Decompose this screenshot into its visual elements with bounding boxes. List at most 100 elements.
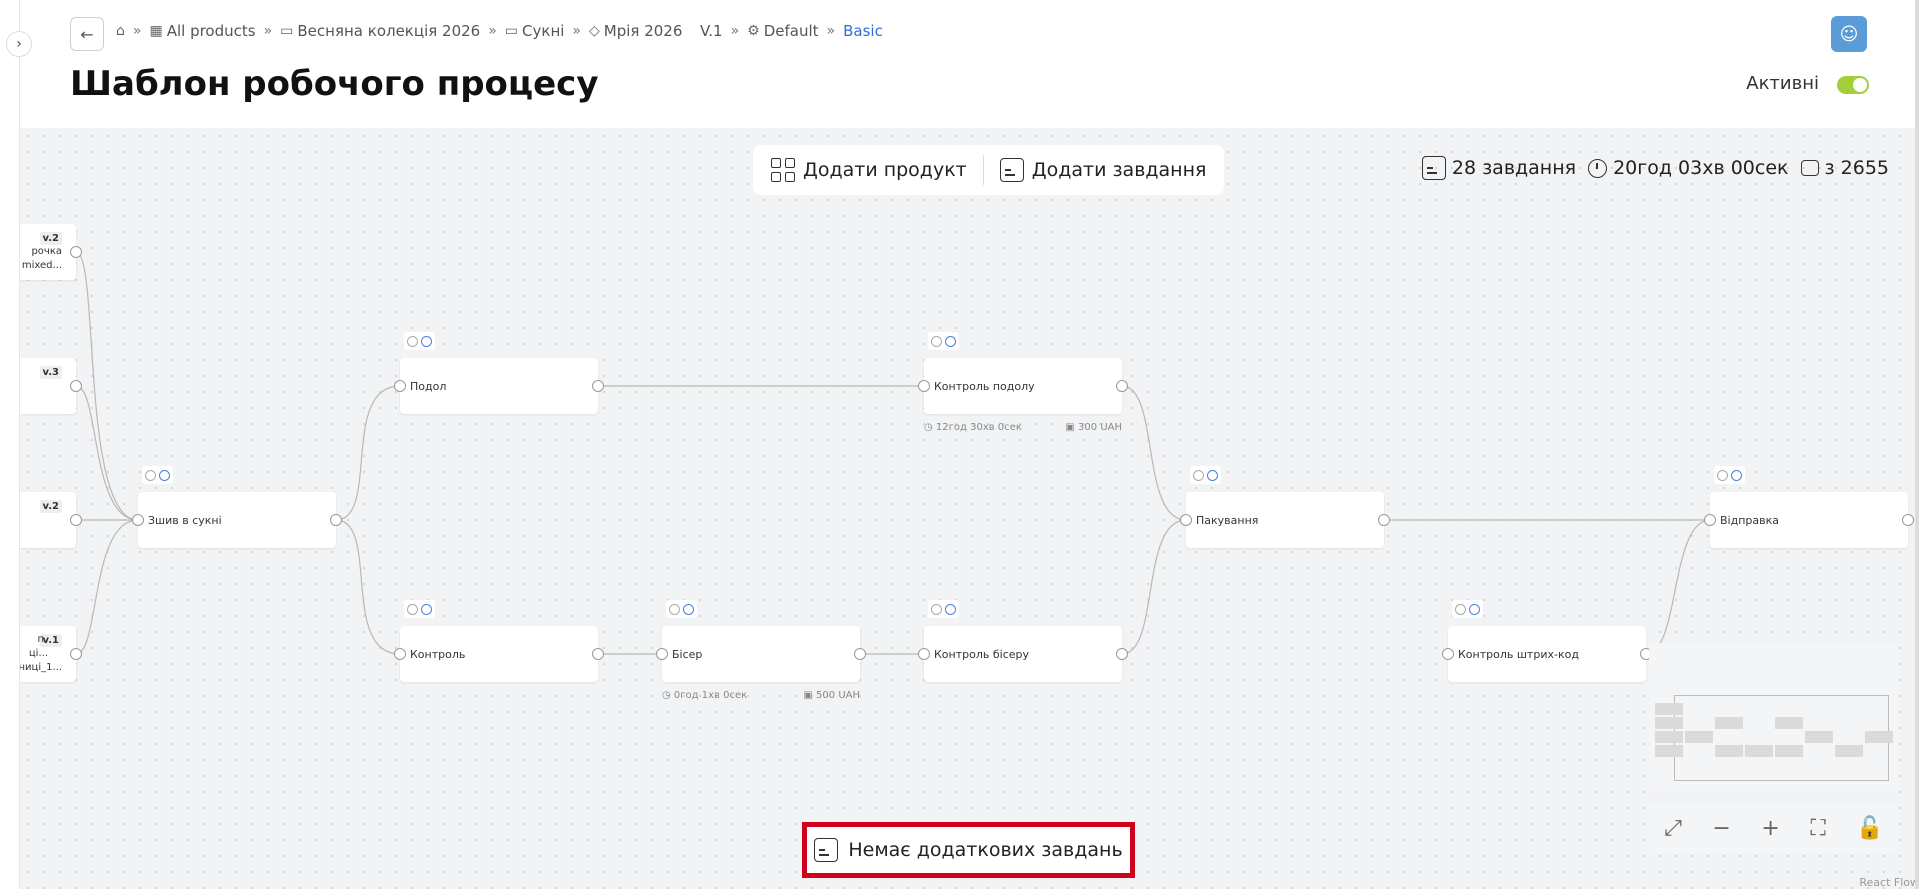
progress-icon xyxy=(159,469,170,481)
breadcrumb-version: V.1 xyxy=(699,22,723,40)
node-handle[interactable] xyxy=(1442,648,1454,660)
add-task-button[interactable]: Додати завдання xyxy=(994,158,1213,182)
node-cost-value: 300 UAH xyxy=(1078,422,1122,433)
node-handle[interactable] xyxy=(70,514,82,526)
edge xyxy=(335,519,401,655)
minimap-node xyxy=(1715,745,1743,757)
status-icon xyxy=(1455,603,1466,615)
node-cost: ▣ 300 UAH xyxy=(1065,422,1122,433)
source-node-label: mixed... xyxy=(21,260,62,271)
node-handle[interactable] xyxy=(918,648,930,660)
node-handle[interactable] xyxy=(70,246,82,258)
breadcrumb-separator-icon: » xyxy=(730,23,740,39)
page-scrollbar[interactable] xyxy=(1915,0,1919,889)
page-title: Шаблон робочого процесу xyxy=(70,64,599,104)
node-handle[interactable] xyxy=(656,648,668,660)
breadcrumb-category[interactable]: ▭ Сукні xyxy=(505,22,565,40)
breadcrumb-separator-icon: » xyxy=(132,23,142,39)
zoom-out-icon[interactable]: − xyxy=(1712,816,1730,841)
folder-icon: ▭ xyxy=(280,23,294,39)
progress-icon xyxy=(421,335,432,347)
lock-icon[interactable]: 🔓 xyxy=(1856,816,1883,841)
source-node-label: даниці_1... xyxy=(20,662,62,673)
edge xyxy=(1121,519,1187,655)
status-icon xyxy=(931,603,942,615)
status-icon xyxy=(145,469,156,481)
source-node-label: п xyxy=(37,634,44,645)
task-node[interactable]: Контроль бісеру xyxy=(918,600,1128,682)
task-node[interactable]: Бісер ◷ 0год 1хв 0сек ▣ 500 UAH xyxy=(656,600,866,701)
node-handle[interactable] xyxy=(1180,514,1192,526)
node-handle[interactable] xyxy=(132,514,144,526)
no-extra-tasks-button[interactable]: Немає додаткових завдань xyxy=(802,822,1135,878)
task-node[interactable]: Зшив в сукні xyxy=(132,466,342,548)
task-node[interactable]: Пакування xyxy=(1180,466,1390,548)
source-node[interactable]: v.3 xyxy=(20,358,82,414)
back-button[interactable]: ← xyxy=(70,17,104,51)
breadcrumb-label: Весняна колекція 2026 xyxy=(297,22,481,40)
expand-icon[interactable]: ⤢ xyxy=(1664,816,1682,841)
progress-icon xyxy=(1469,603,1480,615)
node-handle[interactable] xyxy=(394,648,406,660)
source-node[interactable]: v.2 рочка mixed... xyxy=(20,224,82,280)
breadcrumb-home[interactable]: ⌂ xyxy=(116,23,125,39)
node-handle[interactable] xyxy=(1116,380,1128,392)
canvas-controls: ⤢ − + ⛶ 🔓 xyxy=(1649,803,1899,853)
minimap-node xyxy=(1775,717,1803,729)
task-node[interactable]: Відправка xyxy=(1704,466,1914,548)
breadcrumb-separator-icon: » xyxy=(826,23,836,39)
canvas-toolbar: Додати продукт Додати завдання xyxy=(753,145,1225,195)
status-icon xyxy=(931,335,942,347)
home-icon: ⌂ xyxy=(116,23,125,39)
user-settings-button[interactable]: ☺ xyxy=(1831,16,1867,52)
node-badges xyxy=(404,332,435,350)
node-handle[interactable] xyxy=(330,514,342,526)
node-handle[interactable] xyxy=(1704,514,1716,526)
node-handle[interactable] xyxy=(1116,648,1128,660)
task-node[interactable]: Контроль штрих-код xyxy=(1442,600,1652,682)
progress-icon xyxy=(1731,469,1742,481)
task-node-label: Бісер xyxy=(672,647,703,661)
add-product-button[interactable]: Додати продукт xyxy=(765,158,973,182)
source-node[interactable]: v.2 xyxy=(20,492,82,548)
task-node[interactable]: Контроль xyxy=(394,600,604,682)
node-time: ◷ 0год 1хв 0сек xyxy=(662,690,748,701)
node-handle[interactable] xyxy=(70,648,82,660)
react-flow-attribution[interactable]: React Flow xyxy=(1859,876,1919,889)
breadcrumb-all-products[interactable]: ▦ All products xyxy=(149,22,255,40)
node-handle[interactable] xyxy=(592,648,604,660)
node-handle[interactable] xyxy=(70,380,82,392)
fit-view-icon[interactable]: ⛶ xyxy=(1810,816,1825,841)
task-icon xyxy=(1421,156,1446,180)
progress-icon xyxy=(945,335,956,347)
breadcrumb-label: Basic xyxy=(843,22,883,40)
zoom-in-icon[interactable]: + xyxy=(1761,816,1779,841)
active-toggle[interactable] xyxy=(1837,76,1869,94)
source-node-label: рочка xyxy=(31,246,62,257)
breadcrumb-separator-icon: » xyxy=(572,23,581,39)
source-node[interactable]: v.1 п ці... даниці_1... xyxy=(20,626,82,682)
node-handle[interactable] xyxy=(854,648,866,660)
breadcrumb-product[interactable]: ◇ Мрія 2026 V.1 xyxy=(589,22,723,40)
task-node-label: Подол xyxy=(410,379,447,393)
node-time-value: 0год 1хв 0сек xyxy=(673,690,748,701)
node-badges xyxy=(142,466,173,484)
node-handle[interactable] xyxy=(592,380,604,392)
node-handle[interactable] xyxy=(1902,514,1914,526)
minimap[interactable] xyxy=(1649,643,1899,793)
node-handle[interactable] xyxy=(918,380,930,392)
breadcrumb-collection[interactable]: ▭ Весняна колекція 2026 xyxy=(280,22,480,40)
minimap-node xyxy=(1805,731,1833,743)
workflow-canvas[interactable]: Додати продукт Додати завдання 28 завдан… xyxy=(20,128,1919,889)
minimap-node xyxy=(1745,745,1773,757)
breadcrumb-basic[interactable]: Basic xyxy=(843,22,883,40)
node-badges xyxy=(404,600,435,618)
sidebar-expand-button[interactable]: › xyxy=(6,31,32,57)
breadcrumb-default[interactable]: ⚙ Default xyxy=(747,22,818,40)
node-handle[interactable] xyxy=(1378,514,1390,526)
add-product-label: Додати продукт xyxy=(803,159,967,181)
task-node[interactable]: Подол xyxy=(394,332,604,414)
task-node[interactable]: Контроль подолу ◷ 12год 30хв 0сек ▣ 300 … xyxy=(918,332,1128,433)
node-handle[interactable] xyxy=(394,380,406,392)
node-time-value: 12год 30хв 0сек xyxy=(935,422,1022,433)
